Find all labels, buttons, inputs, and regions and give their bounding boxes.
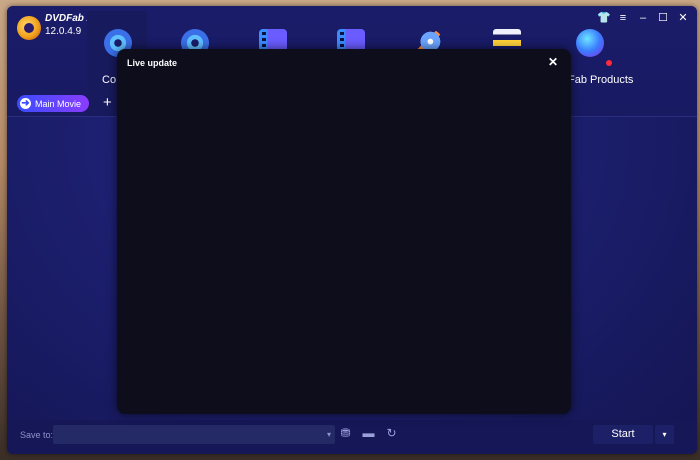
maximize-icon[interactable]: ☐: [657, 12, 669, 24]
iso-icon[interactable]: ⛃: [338, 426, 353, 441]
play-circle-icon: ➜: [20, 98, 31, 109]
notification-dot: [606, 60, 612, 66]
start-button[interactable]: Start: [593, 425, 653, 444]
save-to-input[interactable]: ▾: [53, 425, 335, 444]
refresh-icon[interactable]: ↻: [384, 426, 399, 441]
save-to-dropdown-icon[interactable]: ▾: [327, 430, 331, 439]
bottom-bar: Save to: ▾ ⛃ ▬ ↻ Start ▾: [7, 420, 697, 454]
close-icon[interactable]: ✕: [677, 12, 689, 24]
module-copy-label: Co: [102, 74, 117, 86]
save-to-label: Save to:: [20, 430, 54, 440]
add-source-button[interactable]: +: [103, 94, 112, 111]
start-dropdown-button[interactable]: ▾: [655, 425, 674, 444]
app-version: 12.0.4.9: [45, 26, 82, 37]
folder-icon[interactable]: ▬: [361, 426, 376, 441]
main-movie-button[interactable]: ➜ Main Movie: [17, 95, 90, 112]
module-dvdfab-products-label: Fab Products: [568, 74, 634, 86]
main-movie-label: Main Movie: [35, 98, 82, 109]
dialog-close-icon[interactable]: ✕: [548, 55, 558, 69]
dvdfab-logo-icon: [17, 16, 41, 40]
live-update-dialog: Live update ✕: [117, 49, 571, 414]
dialog-title: Live update: [127, 58, 178, 68]
dvdfab-products-icon: [576, 29, 604, 57]
